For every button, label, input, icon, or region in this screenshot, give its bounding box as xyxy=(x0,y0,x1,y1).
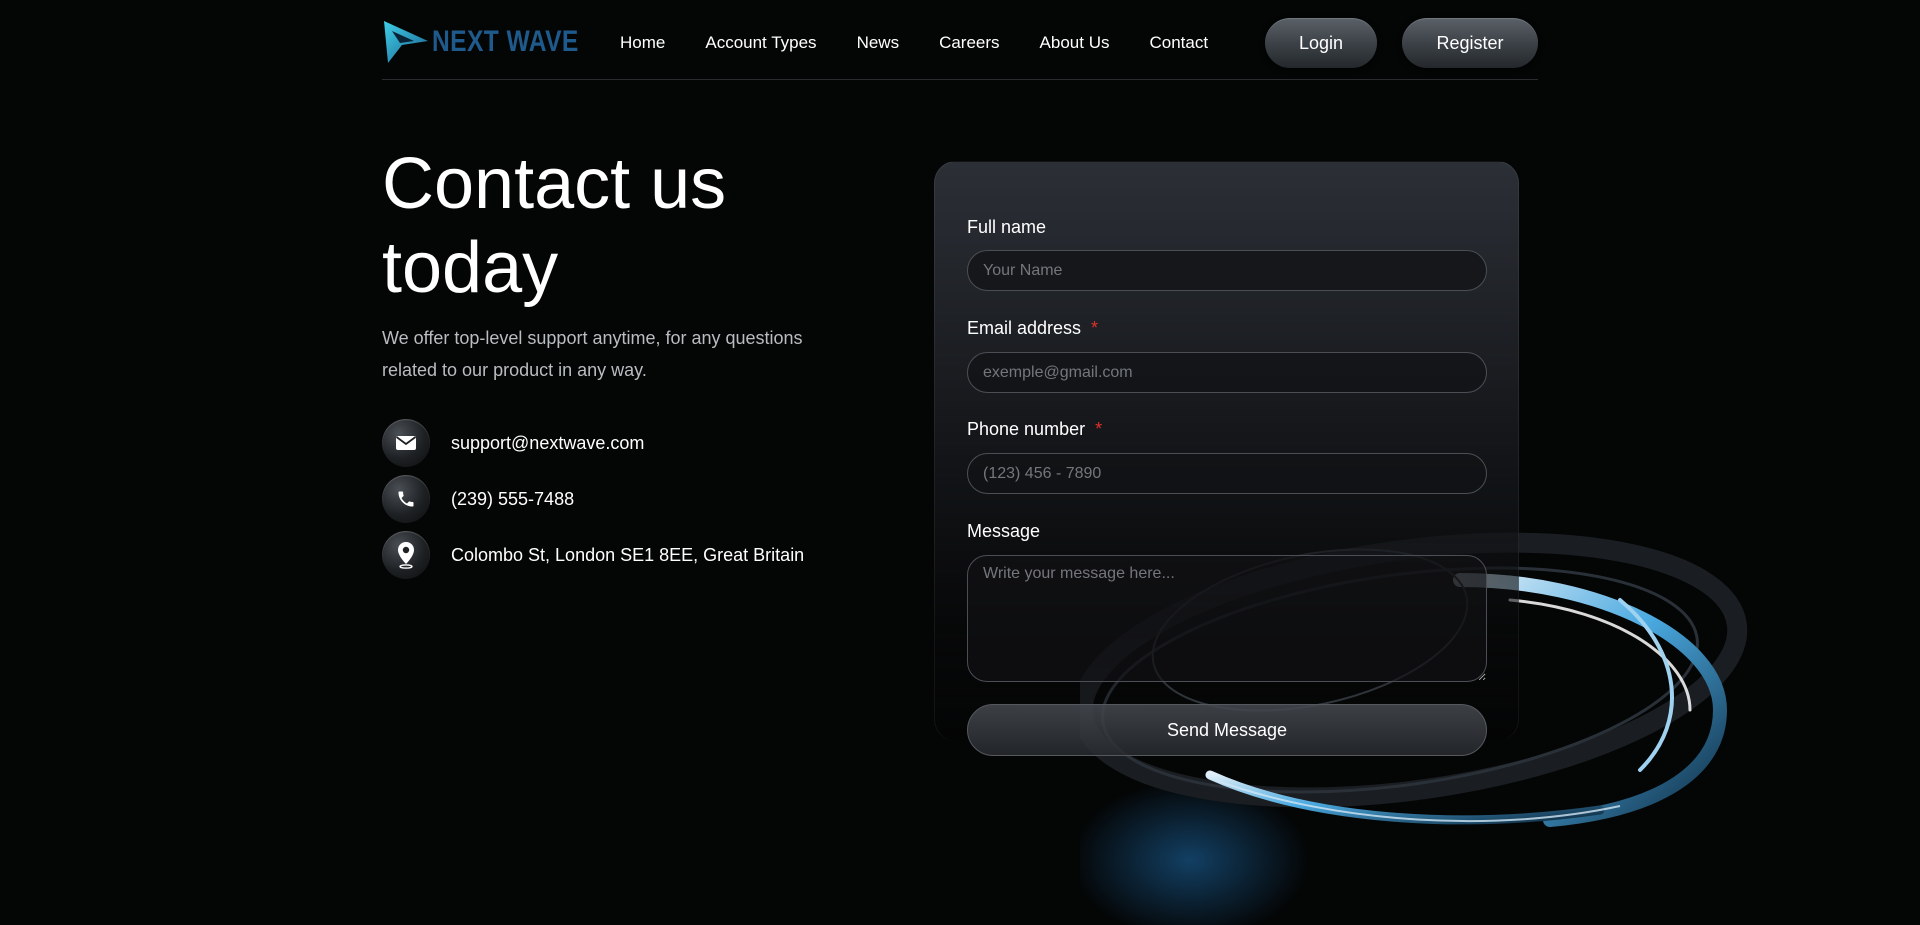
send-message-button[interactable]: Send Message xyxy=(967,704,1487,756)
main-nav: Home Account Types News Careers About Us… xyxy=(620,33,1248,53)
brand-logo[interactable]: NEXT WAVE xyxy=(382,18,611,66)
message-label-text: Message xyxy=(967,521,1041,541)
phone-required-mark: * xyxy=(1095,419,1103,439)
nav-home-link[interactable]: Home xyxy=(620,33,665,53)
contact-phone-text[interactable]: (239) 555-7488 xyxy=(451,489,574,510)
phone-field[interactable] xyxy=(967,453,1487,494)
message-textarea[interactable] xyxy=(967,555,1487,682)
arrow-logo-icon xyxy=(384,21,428,63)
page-title-line-1: Contact us xyxy=(382,144,727,224)
contact-email-text[interactable]: support@nextwave.com xyxy=(451,433,644,454)
nav-contact-link[interactable]: Contact xyxy=(1149,33,1208,53)
message-label: Message xyxy=(967,521,1040,542)
location-pin-icon xyxy=(382,531,430,579)
nav-careers-link[interactable]: Careers xyxy=(939,33,999,53)
login-button[interactable]: Login xyxy=(1265,18,1377,68)
contact-page: NEXT WAVE Home Account Types News Career… xyxy=(0,0,1920,925)
page-title-line-2: today xyxy=(382,228,559,308)
phone-label-text: Phone number xyxy=(967,419,1086,439)
brand-name: NEXT WAVE xyxy=(432,25,579,58)
phone-icon xyxy=(382,475,430,523)
contact-phone-row: (239) 555-7488 xyxy=(382,475,574,523)
contact-email-row: support@nextwave.com xyxy=(382,419,644,467)
email-label-text: Email address xyxy=(967,318,1082,338)
mail-icon xyxy=(382,419,430,467)
page-subtitle: We offer top-level support anytime, for … xyxy=(382,328,803,380)
site-header: NEXT WAVE Home Account Types News Career… xyxy=(382,0,1538,80)
contact-address-row: Colombo St, London SE1 8EE, Great Britai… xyxy=(382,531,804,579)
nav-account-types-link[interactable]: Account Types xyxy=(705,33,816,53)
full-name-label: Full name xyxy=(967,217,1046,238)
contact-address-text: Colombo St, London SE1 8EE, Great Britai… xyxy=(451,544,805,565)
email-label: Email address * xyxy=(967,318,1098,339)
nav-news-link[interactable]: News xyxy=(857,33,900,53)
contact-form: Full name Email address * Phone number * M… xyxy=(934,161,1519,756)
register-button[interactable]: Register xyxy=(1402,18,1538,68)
email-required-mark: * xyxy=(1091,318,1099,338)
full-name-label-text: Full name xyxy=(967,217,1047,237)
page-title: Contact us today xyxy=(382,142,882,310)
full-name-input[interactable] xyxy=(967,250,1487,291)
nav-about-us-link[interactable]: About Us xyxy=(1040,33,1110,53)
phone-label: Phone number * xyxy=(967,419,1102,440)
email-field[interactable] xyxy=(967,352,1487,393)
